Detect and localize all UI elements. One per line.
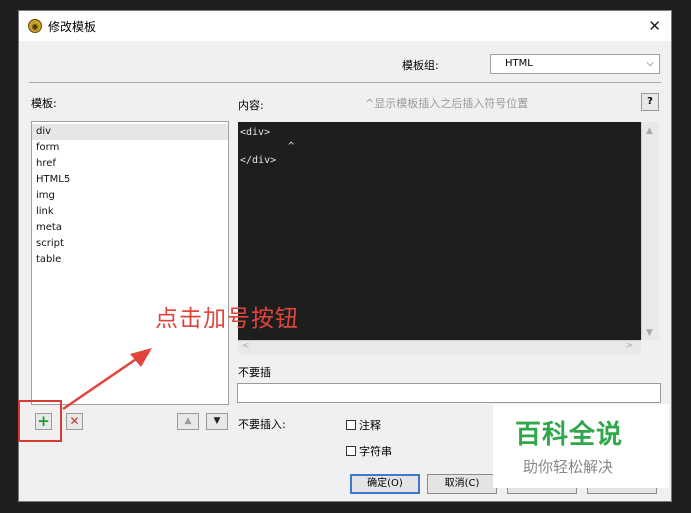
templates-label: 模板: bbox=[31, 97, 57, 110]
chevron-down-icon: ⌵ bbox=[646, 58, 654, 69]
watermark: 百科全说 助你轻松解决 bbox=[493, 404, 669, 488]
template-item[interactable]: table bbox=[32, 252, 228, 268]
content-label: 内容: bbox=[238, 99, 264, 112]
scroll-right-icon[interactable]: > bbox=[625, 341, 633, 351]
watermark-title: 百科全说 bbox=[515, 420, 624, 450]
ok-button[interactable]: 确定(O) bbox=[350, 474, 420, 494]
annotation-text: 点击加号按钮 bbox=[155, 306, 299, 332]
cancel-button[interactable]: 取消(C) bbox=[427, 474, 497, 494]
template-item[interactable]: script bbox=[32, 236, 228, 252]
checkbox-box[interactable] bbox=[346, 446, 356, 456]
separator bbox=[29, 82, 661, 83]
scroll-up-icon[interactable]: ▲ bbox=[646, 126, 653, 136]
scroll-left-icon[interactable]: < bbox=[242, 341, 250, 351]
move-up-button[interactable]: ▲ bbox=[177, 413, 199, 430]
title-bar: ◉ 修改模板 ✕ bbox=[19, 11, 671, 41]
template-group-select[interactable]: HTML ⌵ bbox=[490, 54, 660, 74]
horizontal-scrollbar[interactable]: < > bbox=[238, 340, 641, 354]
dialog-title: 修改模板 bbox=[48, 19, 97, 34]
checkbox-box[interactable] bbox=[346, 420, 356, 430]
app-icon: ◉ bbox=[28, 19, 42, 33]
vertical-scrollbar[interactable]: ▲ ▼ bbox=[641, 122, 659, 340]
move-down-button[interactable]: ▼ bbox=[206, 413, 228, 430]
edit-template-dialog: ◉ 修改模板 ✕ 模板组: HTML ⌵ 模板: div form href HTML… bbox=[18, 10, 672, 502]
template-item[interactable]: div bbox=[32, 124, 228, 140]
no-insert-field[interactable] bbox=[237, 383, 661, 403]
scroll-down-icon[interactable]: ▼ bbox=[646, 328, 653, 338]
template-item[interactable]: href bbox=[32, 156, 228, 172]
caret-hint: ^显示模板插入之后插入符号位置 bbox=[365, 97, 529, 110]
template-item[interactable]: img bbox=[32, 188, 228, 204]
template-item[interactable]: meta bbox=[32, 220, 228, 236]
template-item[interactable]: HTML5 bbox=[32, 172, 228, 188]
strings-checkbox[interactable]: 字符串 bbox=[346, 443, 392, 459]
template-item[interactable]: link bbox=[32, 204, 228, 220]
highlight-box bbox=[18, 400, 62, 442]
template-group-value: HTML bbox=[505, 58, 533, 69]
close-icon[interactable]: ✕ bbox=[648, 17, 661, 35]
watermark-subtitle: 助你轻松解决 bbox=[523, 458, 614, 476]
comments-checkbox[interactable]: 注释 bbox=[346, 417, 381, 433]
comments-checkbox-label: 注释 bbox=[359, 419, 381, 432]
no-insert-options-label: 不要插入: bbox=[238, 418, 286, 431]
strings-checkbox-label: 字符串 bbox=[359, 445, 392, 458]
template-group-label: 模板组: bbox=[402, 59, 439, 72]
annotation-arrow bbox=[62, 348, 152, 411]
delete-template-button[interactable]: ✕ bbox=[66, 413, 83, 430]
template-item[interactable]: form bbox=[32, 140, 228, 156]
no-insert-label: 不要插 bbox=[238, 366, 271, 379]
help-button[interactable]: ? bbox=[641, 93, 659, 111]
